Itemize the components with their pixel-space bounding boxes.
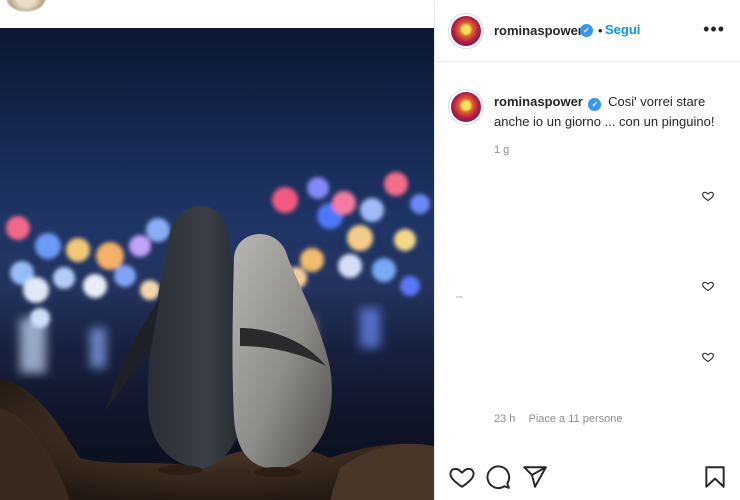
paper-plane-icon[interactable] bbox=[522, 464, 548, 490]
heart-icon[interactable] bbox=[449, 464, 475, 490]
post-caption: rominaspower ✓ Cosi' vorrei stare anche … bbox=[494, 92, 724, 132]
previous-post-avatar bbox=[6, 0, 46, 12]
post-media[interactable] bbox=[0, 0, 434, 500]
heart-outline-icon[interactable] bbox=[702, 351, 714, 363]
caption-timestamp[interactable]: 1 g bbox=[494, 144, 509, 156]
comment-likes-count[interactable]: Piace a 11 persone bbox=[528, 413, 622, 425]
author-avatar[interactable] bbox=[451, 16, 481, 46]
comment-meta: 23 h Piace a 11 persone bbox=[494, 413, 622, 425]
comment-timestamp[interactable]: 23 h bbox=[494, 413, 515, 425]
more-options-icon[interactable]: ••• bbox=[703, 19, 725, 40]
post-actions-bar bbox=[435, 460, 740, 500]
post-side-panel: rominaspower ✓ • Segui ••• rominaspower … bbox=[434, 0, 740, 500]
previous-post-strip bbox=[0, 0, 434, 28]
caption-username[interactable]: rominaspower bbox=[494, 94, 583, 109]
heart-outline-icon[interactable] bbox=[702, 280, 714, 292]
penguin-photo-illustration bbox=[0, 172, 434, 500]
comment-bubble-icon[interactable] bbox=[485, 464, 511, 490]
post-photo-penguins[interactable] bbox=[0, 28, 434, 500]
separator-dot: • bbox=[598, 23, 603, 38]
bookmark-icon[interactable] bbox=[702, 464, 728, 490]
verified-badge-icon: ✓ bbox=[588, 98, 602, 111]
faint-divider bbox=[456, 296, 463, 298]
follow-button[interactable]: Segui bbox=[605, 22, 640, 37]
verified-badge-icon: ✓ bbox=[580, 24, 593, 37]
author-username[interactable]: rominaspower bbox=[494, 23, 583, 38]
post-header: rominaspower ✓ • Segui ••• bbox=[435, 0, 740, 62]
heart-outline-icon[interactable] bbox=[702, 190, 714, 202]
caption-author-avatar[interactable] bbox=[451, 92, 481, 122]
